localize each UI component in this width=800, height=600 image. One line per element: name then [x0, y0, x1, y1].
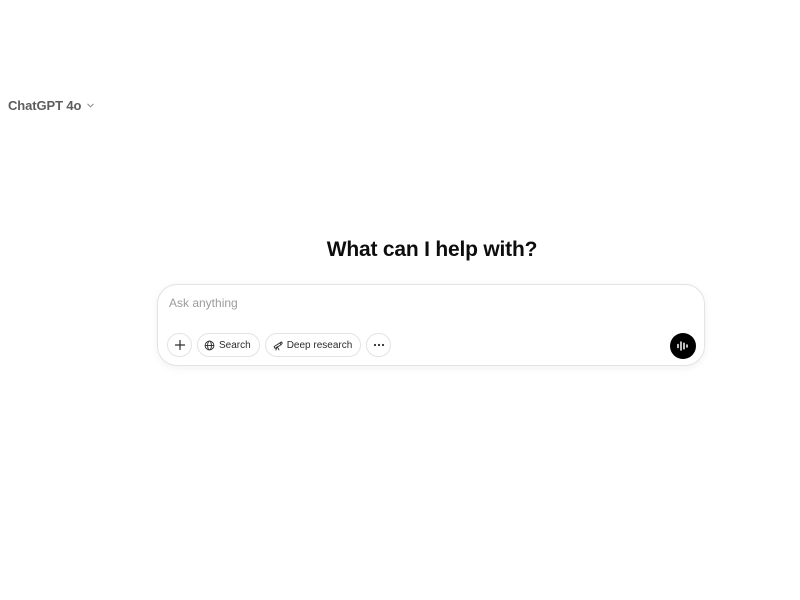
- deep-research-button-label: Deep research: [286, 339, 353, 351]
- search-button-label: Search: [219, 339, 251, 351]
- plus-icon: [174, 339, 186, 351]
- model-selector[interactable]: ChatGPT 4o: [8, 95, 95, 115]
- prompt-input[interactable]: [169, 293, 689, 313]
- page-title: What can I help with?: [326, 238, 538, 261]
- more-tools-button[interactable]: [366, 333, 392, 357]
- deep-research-button[interactable]: Deep research: [264, 333, 362, 357]
- add-button[interactable]: [167, 333, 192, 357]
- more-horizontal-icon: [373, 343, 385, 347]
- voice-mode-button[interactable]: [670, 333, 696, 359]
- voice-waveform-icon: [676, 340, 690, 352]
- search-button[interactable]: Search: [197, 333, 260, 357]
- chevron-down-icon: [85, 100, 95, 110]
- model-name: ChatGPT 4o: [8, 97, 82, 113]
- globe-icon: [204, 340, 215, 351]
- chat-page: ChatGPT 4o What can I help with? Ask any…: [0, 0, 800, 600]
- composer-toolbar: Search Deep research: [167, 333, 392, 357]
- composer: Search Deep research: [157, 284, 705, 366]
- telescope-icon: [272, 340, 283, 351]
